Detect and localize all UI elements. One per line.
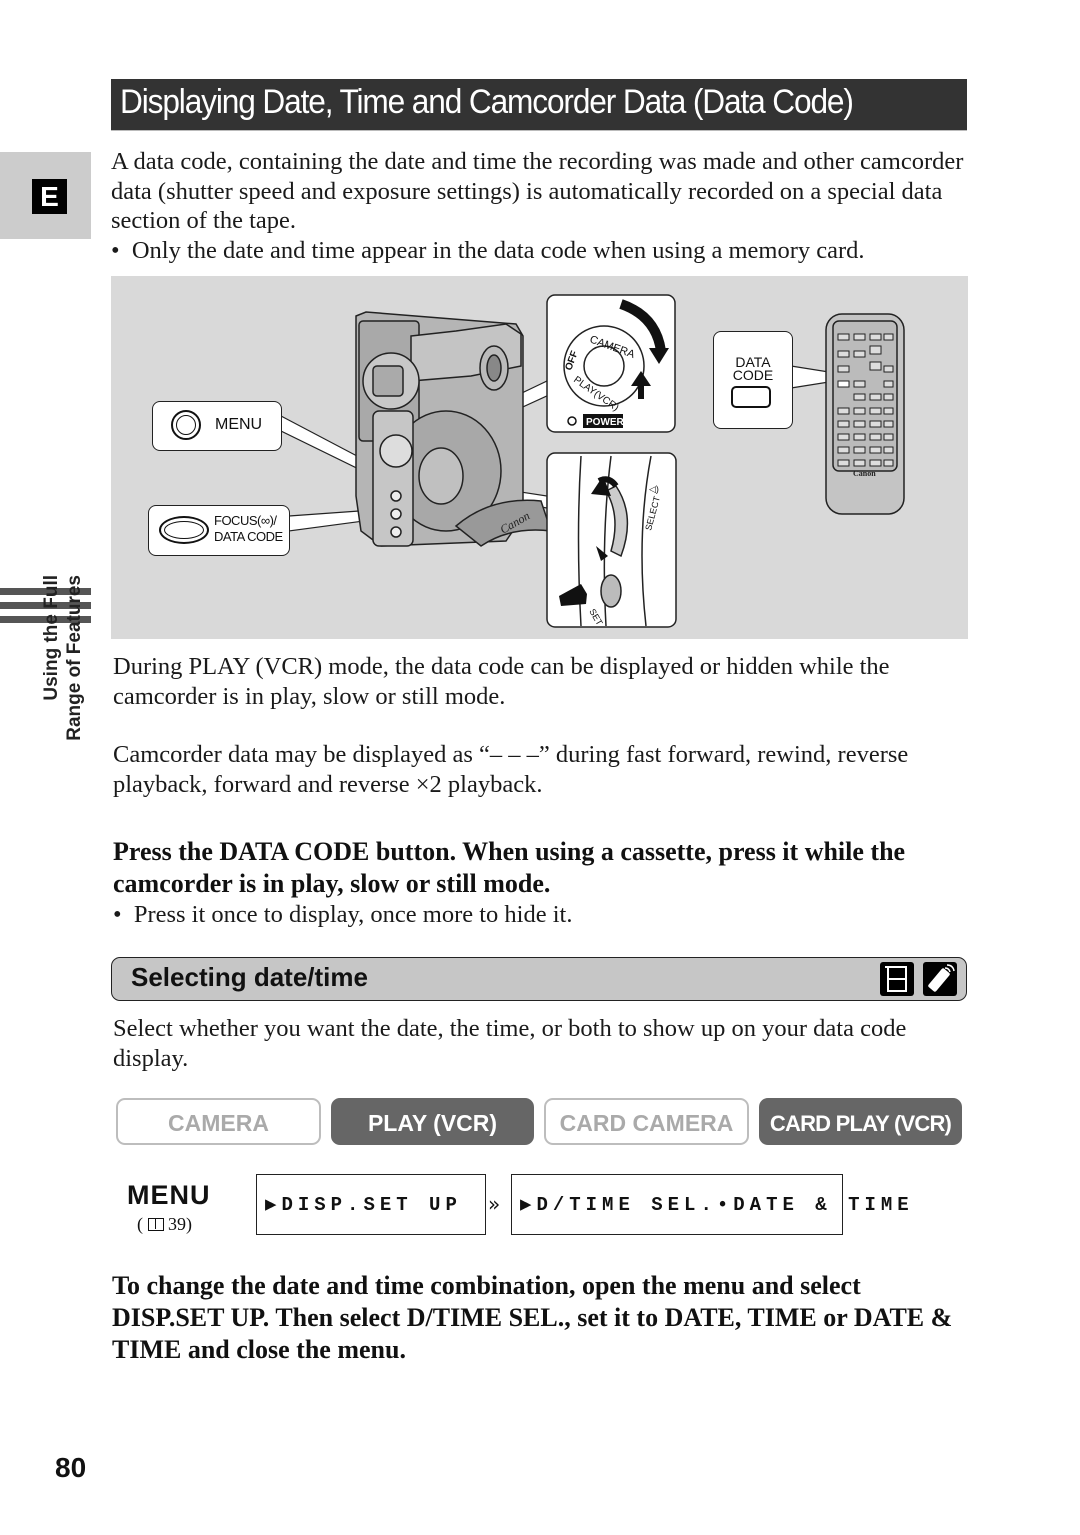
focus-callout-line2: DATA CODE bbox=[214, 529, 283, 544]
menu-step-dtime-sel: ▶D/TIME SEL.•DATE & TIME bbox=[511, 1174, 909, 1235]
menu-next-arrow-icon: » bbox=[488, 1192, 501, 1216]
power-label: POWER bbox=[586, 417, 625, 428]
play-mode-note: During PLAY (VCR) mode, the data code ca… bbox=[113, 653, 890, 710]
remote-control-icon bbox=[923, 962, 957, 996]
intro-paragraph: A data code, containing the date and tim… bbox=[111, 148, 964, 234]
camcorder-icon: Canon bbox=[355, 311, 553, 547]
remote-data-code-callout: DATA CODE bbox=[713, 331, 793, 429]
remote-brand: Canon bbox=[853, 469, 876, 478]
camcorder-illustration: Canon CAMERA OFF PLAY(VCR) POWER ◁) SELE… bbox=[111, 276, 968, 639]
illustration-lines: Canon CAMERA OFF PLAY(VCR) POWER ◁) SELE… bbox=[280, 294, 905, 628]
section-header: Selecting date/time bbox=[111, 957, 967, 1001]
menu-reference-page: 39 bbox=[168, 1214, 186, 1234]
intro-bullet-text: Only the date and time appear in the dat… bbox=[131, 237, 865, 264]
camcorder-icon bbox=[880, 962, 914, 996]
section-title: Selecting date/time bbox=[131, 962, 368, 992]
volume-icon: ◁) bbox=[649, 484, 659, 494]
remote-pointer bbox=[790, 365, 830, 389]
page-title-bar: Displaying Date, Time and Camcorder Data… bbox=[111, 79, 967, 131]
chapter-label-line1: Using the Full bbox=[41, 575, 62, 701]
menu-label: MENU bbox=[127, 1180, 211, 1210]
menu-page-reference: ( 39) bbox=[137, 1214, 192, 1234]
mode-play-vcr: PLAY (VCR) bbox=[331, 1098, 534, 1145]
mode-camera: CAMERA bbox=[116, 1098, 321, 1145]
mode-card-camera: CARD CAMERA bbox=[544, 1098, 749, 1145]
change-instruction: To change the date and time combination,… bbox=[112, 1271, 953, 1364]
step-bullet: • Press it once to display, once more to… bbox=[113, 901, 573, 928]
menu-button-icon bbox=[171, 410, 201, 440]
step-instruction: Press the DATA CODE button. When using a… bbox=[113, 837, 906, 898]
book-icon bbox=[147, 1218, 164, 1231]
page-number: 80 bbox=[55, 1452, 87, 1483]
remote-data-code-button-icon bbox=[731, 386, 771, 408]
data-code-button-icon bbox=[159, 516, 209, 544]
mode-card-play-vcr: CARD PLAY (VCR) bbox=[759, 1098, 962, 1145]
power-lamp-icon bbox=[567, 416, 577, 426]
remote-callout-line2: CODE bbox=[732, 367, 774, 383]
language-tab-letter: E bbox=[32, 179, 67, 214]
menu-callout-label: MENU bbox=[215, 416, 263, 433]
page-title: Displaying Date, Time and Camcorder Data… bbox=[120, 83, 854, 121]
menu-button-callout: MENU bbox=[152, 401, 282, 451]
intro-bullet: • Only the date and time appear in the d… bbox=[111, 237, 865, 264]
step-bullet-text: Press it once to display, once more to h… bbox=[133, 901, 573, 928]
focus-data-code-callout: FOCUS(∞)/ DATA CODE bbox=[148, 505, 290, 556]
chapter-label-line2: Range of Features bbox=[64, 575, 85, 741]
dashes-note: Camcorder data may be displayed as “– – … bbox=[113, 741, 909, 798]
menu-step-disp-set-up: ▶DISP.SET UP bbox=[256, 1174, 486, 1235]
focus-callout-line1: FOCUS(∞)/ bbox=[214, 513, 277, 528]
section-description: Select whether you want the date, the ti… bbox=[113, 1015, 907, 1072]
language-tab: E bbox=[0, 152, 91, 239]
chapter-label: Using the Full Range of Features bbox=[40, 575, 100, 795]
